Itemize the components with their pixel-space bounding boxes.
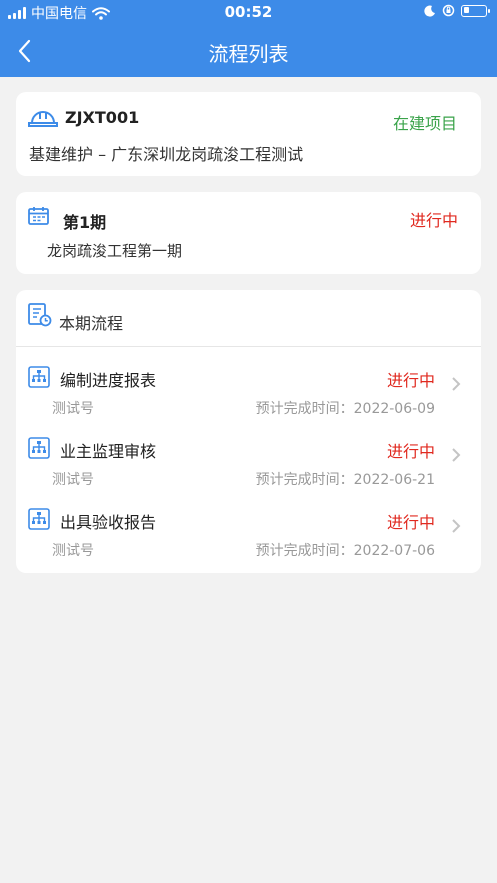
flow-item-due-date: 预计完成时间：2022-06-09 (255, 401, 435, 417)
flow-item[interactable]: 出具验收报告 进行中 测试号 预计完成时间：2022-07-06 (16, 502, 481, 570)
project-card: ZJXT001 在建项目 基建维护 – 广东深圳龙岗疏浚工程测试 (16, 92, 481, 176)
phase-status-badge: 进行中 (409, 211, 458, 230)
flow-item-due-date: 预计完成时间：2022-06-21 (255, 472, 435, 488)
flow-item-status: 进行中 (386, 513, 435, 532)
status-time: 00:52 (224, 3, 273, 21)
calendar-icon (28, 207, 49, 225)
nav-bar: 流程列表 (0, 26, 497, 77)
chevron-right-icon (452, 377, 461, 391)
flow-item-due-date: 预计完成时间：2022-07-06 (255, 543, 435, 559)
phase-card: 第1期 进行中 龙岗疏浚工程第一期 (16, 192, 481, 274)
flow-item-status: 进行中 (386, 371, 435, 390)
chevron-right-icon (452, 448, 461, 462)
project-code: ZJXT001 (65, 108, 140, 127)
phase-title: 第1期 (63, 213, 107, 232)
org-chart-icon (28, 508, 50, 530)
phase-description: 龙岗疏浚工程第一期 (47, 242, 183, 260)
flow-item[interactable]: 业主监理审核 进行中 测试号 预计完成时间：2022-06-21 (16, 431, 481, 499)
flow-section-title: 本期流程 (59, 314, 124, 333)
page-title: 流程列表 (208, 42, 289, 66)
flow-item-name: 出具验收报告 (60, 513, 157, 532)
section-divider (16, 346, 481, 347)
flow-item-subtitle: 测试号 (52, 543, 94, 559)
rotation-lock-icon (442, 4, 455, 17)
flow-list-icon (28, 303, 52, 327)
org-chart-icon (28, 366, 50, 388)
flow-item-subtitle: 测试号 (52, 401, 94, 417)
org-chart-icon (28, 437, 50, 459)
flow-item-name: 业主监理审核 (60, 442, 157, 461)
helmet-icon (28, 111, 58, 127)
flow-item-status: 进行中 (386, 442, 435, 461)
flow-item-subtitle: 测试号 (52, 472, 94, 488)
project-status-badge: 在建项目 (392, 114, 457, 133)
moon-icon (424, 5, 435, 17)
flow-section-card: 本期流程 编制进度报表 进行中 测试号 预计完成时间：2022-06-09 业主… (16, 290, 481, 573)
flow-item-name: 编制进度报表 (60, 371, 157, 390)
chevron-right-icon (452, 519, 461, 533)
status-right (424, 4, 490, 17)
top-bar: 中国电信 00:52 流程列表 (0, 0, 497, 77)
battery-icon (461, 4, 490, 17)
project-description: 基建维护 – 广东深圳龙岗疏浚工程测试 (29, 145, 304, 164)
flow-item[interactable]: 编制进度报表 进行中 测试号 预计完成时间：2022-06-09 (16, 360, 481, 428)
status-bar: 中国电信 00:52 (0, 0, 497, 26)
